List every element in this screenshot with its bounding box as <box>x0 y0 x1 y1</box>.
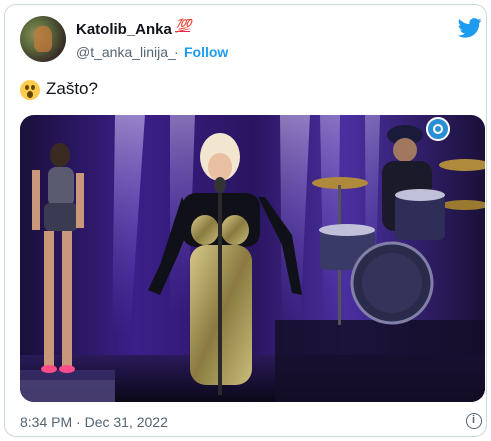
n1-channel-logo-icon <box>426 117 450 141</box>
tweet-text: Zašto? <box>46 79 98 98</box>
tweet-video[interactable] <box>20 115 485 402</box>
tweet-timestamp[interactable]: 8:34 PM · Dec 31, 2022 <box>20 414 168 430</box>
author-handle[interactable]: @t_anka_linija_ <box>76 44 176 60</box>
twitter-bird-icon[interactable] <box>458 18 482 38</box>
separator-dot: · <box>174 44 179 60</box>
astonished-face-icon <box>20 80 40 100</box>
hundred-points-icon: 💯 <box>175 18 191 33</box>
follow-button[interactable]: Follow <box>184 44 228 60</box>
author-display-name[interactable]: Katolib_Anka <box>76 21 172 38</box>
avatar[interactable] <box>20 16 66 62</box>
info-icon[interactable] <box>466 413 482 429</box>
